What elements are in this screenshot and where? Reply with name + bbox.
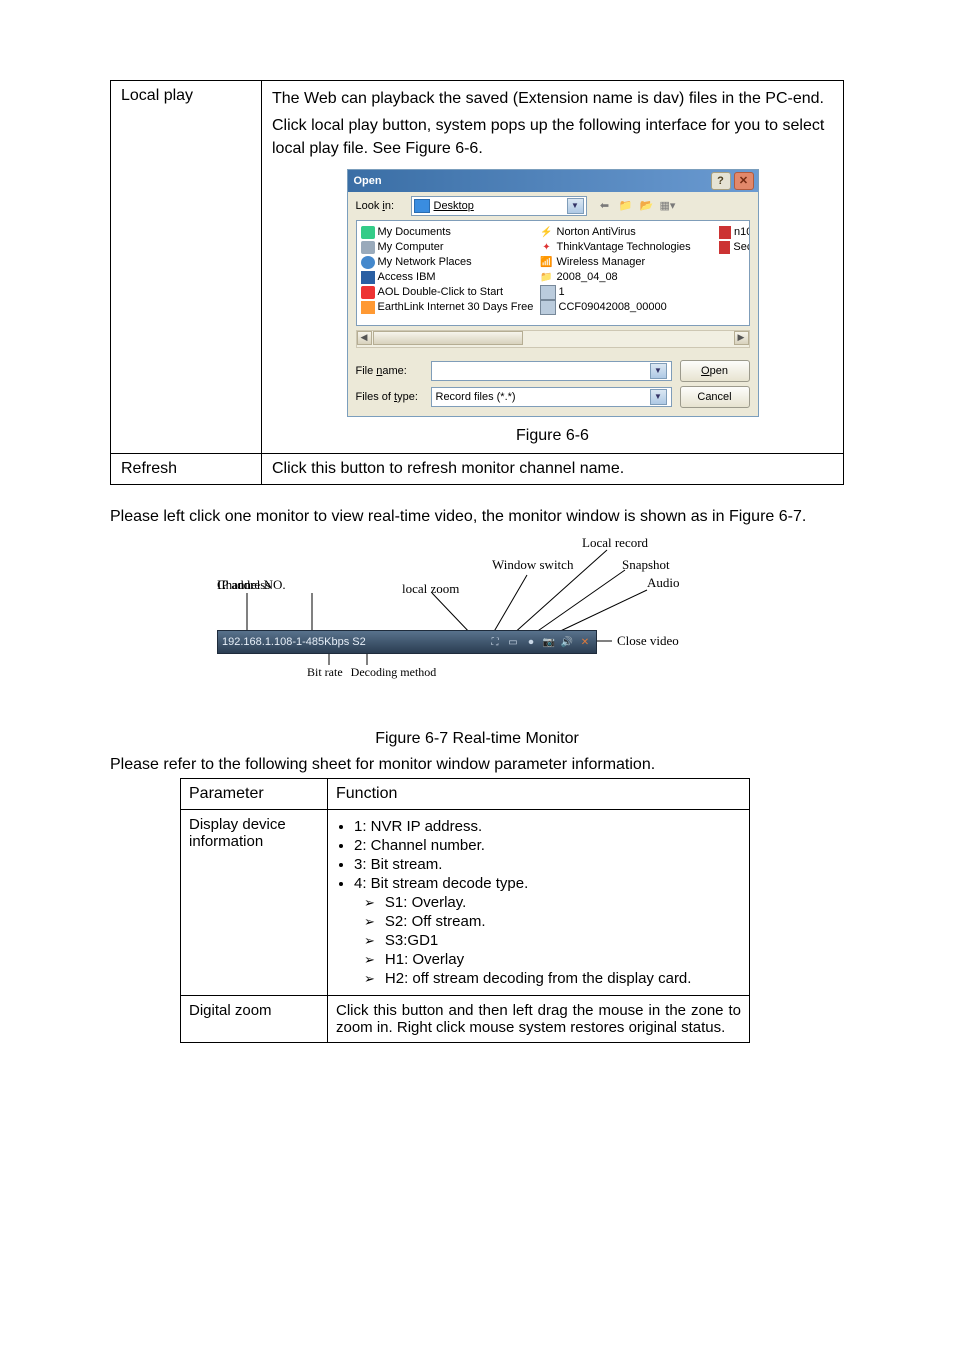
chevron-down-icon[interactable]: ▼ xyxy=(650,363,667,379)
label-local-zoom: local zoom xyxy=(402,581,459,597)
monitor-bar-text: 192.168.1.108-1-485Kbps S2 xyxy=(222,636,488,648)
lookin-dropdown[interactable]: Desktop ▼ xyxy=(411,196,587,216)
label-local-record: Local record xyxy=(582,535,648,551)
wireless-icon: 📶 xyxy=(540,256,554,269)
label-snapshot: Snapshot xyxy=(622,557,670,573)
earthlink-icon xyxy=(361,301,375,314)
figure-6-7: IP address Channel NO. local zoom Window… xyxy=(217,535,737,700)
filetype-dropdown[interactable]: Record files (*.*) ▼ xyxy=(431,387,672,407)
file-list[interactable]: My Documents My Computer My Network Plac… xyxy=(356,220,750,326)
filename-label: File name: xyxy=(356,365,431,377)
horizontal-scrollbar[interactable]: ◀ ▶ xyxy=(356,330,750,348)
paragraph-1: Please left click one monitor to view re… xyxy=(110,505,844,530)
cancel-button[interactable]: Cancel xyxy=(680,386,750,408)
file-icon xyxy=(540,285,556,300)
views-icon[interactable]: ▦▾ xyxy=(659,197,677,215)
aol-icon xyxy=(361,286,375,299)
local-play-refresh-table: Local play The Web can playback the save… xyxy=(110,80,844,485)
open-dialog: Open ? ✕ Look in: Desktop ▼ ⬅ 📁 📂 xyxy=(347,169,759,417)
label-audio: Audio xyxy=(647,575,680,591)
lookin-label: Look in: xyxy=(356,200,411,212)
param-digital-zoom: Digital zoom xyxy=(181,996,328,1043)
label-close-video: Close video xyxy=(617,633,679,649)
func-local-play: The Web can playback the saved (Extensio… xyxy=(262,81,844,454)
norton-icon: ⚡ xyxy=(540,226,554,239)
param-refresh: Refresh xyxy=(111,453,262,484)
pdf-icon xyxy=(719,241,731,254)
open-button[interactable]: Open xyxy=(680,360,750,382)
label-channel-no: Channel NO. xyxy=(217,577,286,593)
desktop-icon xyxy=(414,199,430,213)
label-bit-rate: Bit rate xyxy=(307,665,343,680)
up-icon[interactable]: 📁 xyxy=(617,197,635,215)
file-icon xyxy=(540,300,556,315)
help-button[interactable]: ? xyxy=(711,172,731,190)
audio-icon[interactable]: 🔊 xyxy=(560,635,574,649)
back-icon[interactable]: ⬅ xyxy=(596,197,614,215)
scroll-left-icon[interactable]: ◀ xyxy=(357,331,372,345)
folder-icon: 📁 xyxy=(540,271,554,284)
header-function: Function xyxy=(328,779,750,810)
header-parameter: Parameter xyxy=(181,779,328,810)
chevron-down-icon[interactable]: ▼ xyxy=(650,389,667,405)
label-decoding-method: Decoding method xyxy=(351,665,437,680)
filetype-label: Files of type: xyxy=(356,391,431,403)
param-local-play: Local play xyxy=(111,81,262,454)
snapshot-icon[interactable]: 📷 xyxy=(542,635,556,649)
close-video-icon[interactable]: ✕ xyxy=(578,635,592,649)
paragraph-2: Please refer to the following sheet for … xyxy=(110,756,844,774)
new-folder-icon[interactable]: 📂 xyxy=(638,197,656,215)
my-docs-icon xyxy=(361,226,375,239)
local-record-icon[interactable]: ⏺ xyxy=(524,635,538,649)
figure-caption: Figure 6-6 xyxy=(272,427,833,445)
open-dialog-title: Open xyxy=(352,175,708,187)
figure-67-caption: Figure 6-7 Real-time Monitor xyxy=(110,730,844,748)
monitor-window-params-table: Parameter Function Display device inform… xyxy=(180,778,750,1043)
my-network-icon xyxy=(361,256,375,269)
thinkvantage-icon: ✦ xyxy=(540,241,554,254)
scroll-thumb[interactable] xyxy=(373,331,523,345)
label-window-switch: Window switch xyxy=(492,557,573,573)
monitor-title-bar: 192.168.1.108-1-485Kbps S2 ⛶ ▭ ⏺ 📷 🔊 ✕ xyxy=(217,630,597,654)
func-display-device-info: 1: NVR IP address. 2: Channel number. 3:… xyxy=(328,810,750,996)
filename-input[interactable]: ▼ xyxy=(431,361,672,381)
param-display-device-info: Display device information xyxy=(181,810,328,996)
access-ibm-icon xyxy=(361,271,375,284)
func-refresh: Click this button to refresh monitor cha… xyxy=(262,453,844,484)
pdf-icon xyxy=(719,226,732,239)
window-switch-icon[interactable]: ▭ xyxy=(506,635,520,649)
local-zoom-icon[interactable]: ⛶ xyxy=(488,635,502,649)
open-dialog-titlebar: Open ? ✕ xyxy=(348,170,758,192)
scroll-right-icon[interactable]: ▶ xyxy=(734,331,749,345)
func-digital-zoom: Click this button and then left drag the… xyxy=(328,996,750,1043)
my-computer-icon xyxy=(361,241,375,254)
chevron-down-icon[interactable]: ▼ xyxy=(567,198,584,214)
close-button[interactable]: ✕ xyxy=(734,172,754,190)
